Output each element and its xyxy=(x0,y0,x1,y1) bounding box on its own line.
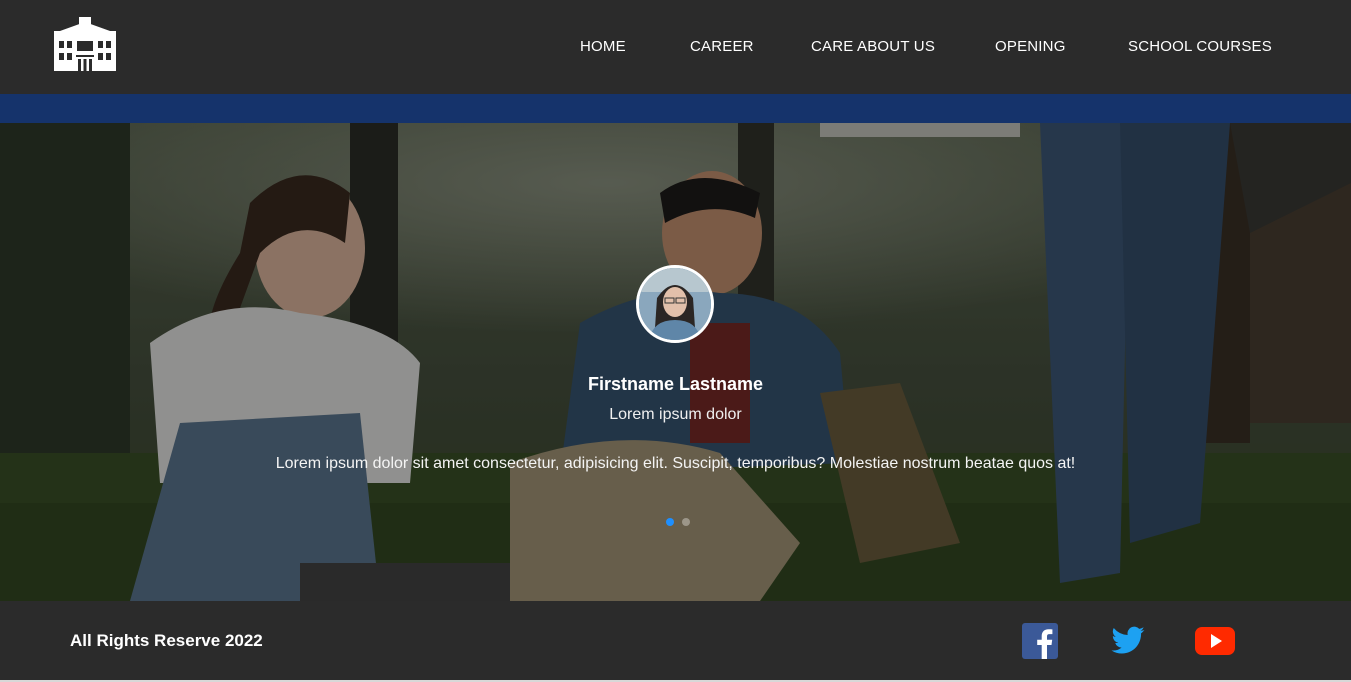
nav-opening[interactable]: OPENING xyxy=(995,38,1066,55)
navbar: HOME CAREER CARE ABOUT US OPENING SCHOOL… xyxy=(0,0,1351,94)
twitter-icon xyxy=(1111,626,1145,654)
youtube-icon xyxy=(1195,627,1235,655)
nav-care-about-us[interactable]: CARE ABOUT US xyxy=(811,38,935,55)
copyright-text: All Rights Reserve 2022 xyxy=(70,631,263,650)
carousel-dot-1[interactable] xyxy=(666,518,674,526)
testimonial-quote: Lorem ipsum dolor sit amet consectetur, … xyxy=(275,455,1076,472)
nav-school-courses[interactable]: SCHOOL COURSES xyxy=(1128,38,1272,55)
testimonial-name: Firstname Lastname xyxy=(587,374,764,394)
testimonial-avatar xyxy=(636,265,714,343)
footer: All Rights Reserve 2022 xyxy=(0,601,1351,681)
facebook-icon xyxy=(1022,623,1058,659)
youtube-link[interactable] xyxy=(1195,623,1235,661)
facebook-link[interactable] xyxy=(1022,623,1058,661)
hero-dark-overlay xyxy=(0,123,1351,601)
testimonial-hero: Firstname Lastname Lorem ipsum dolor Lor… xyxy=(0,123,1351,601)
avatar-photo xyxy=(639,268,711,340)
nav-career[interactable]: CAREER xyxy=(690,38,754,55)
main-nav: HOME CAREER CARE ABOUT US OPENING SCHOOL… xyxy=(0,38,1351,58)
nav-home[interactable]: HOME xyxy=(580,38,626,55)
testimonial-role: Lorem ipsum dolor xyxy=(609,406,742,423)
carousel-dot-2[interactable] xyxy=(682,518,690,526)
accent-band xyxy=(0,94,1351,123)
twitter-link[interactable] xyxy=(1110,623,1146,661)
